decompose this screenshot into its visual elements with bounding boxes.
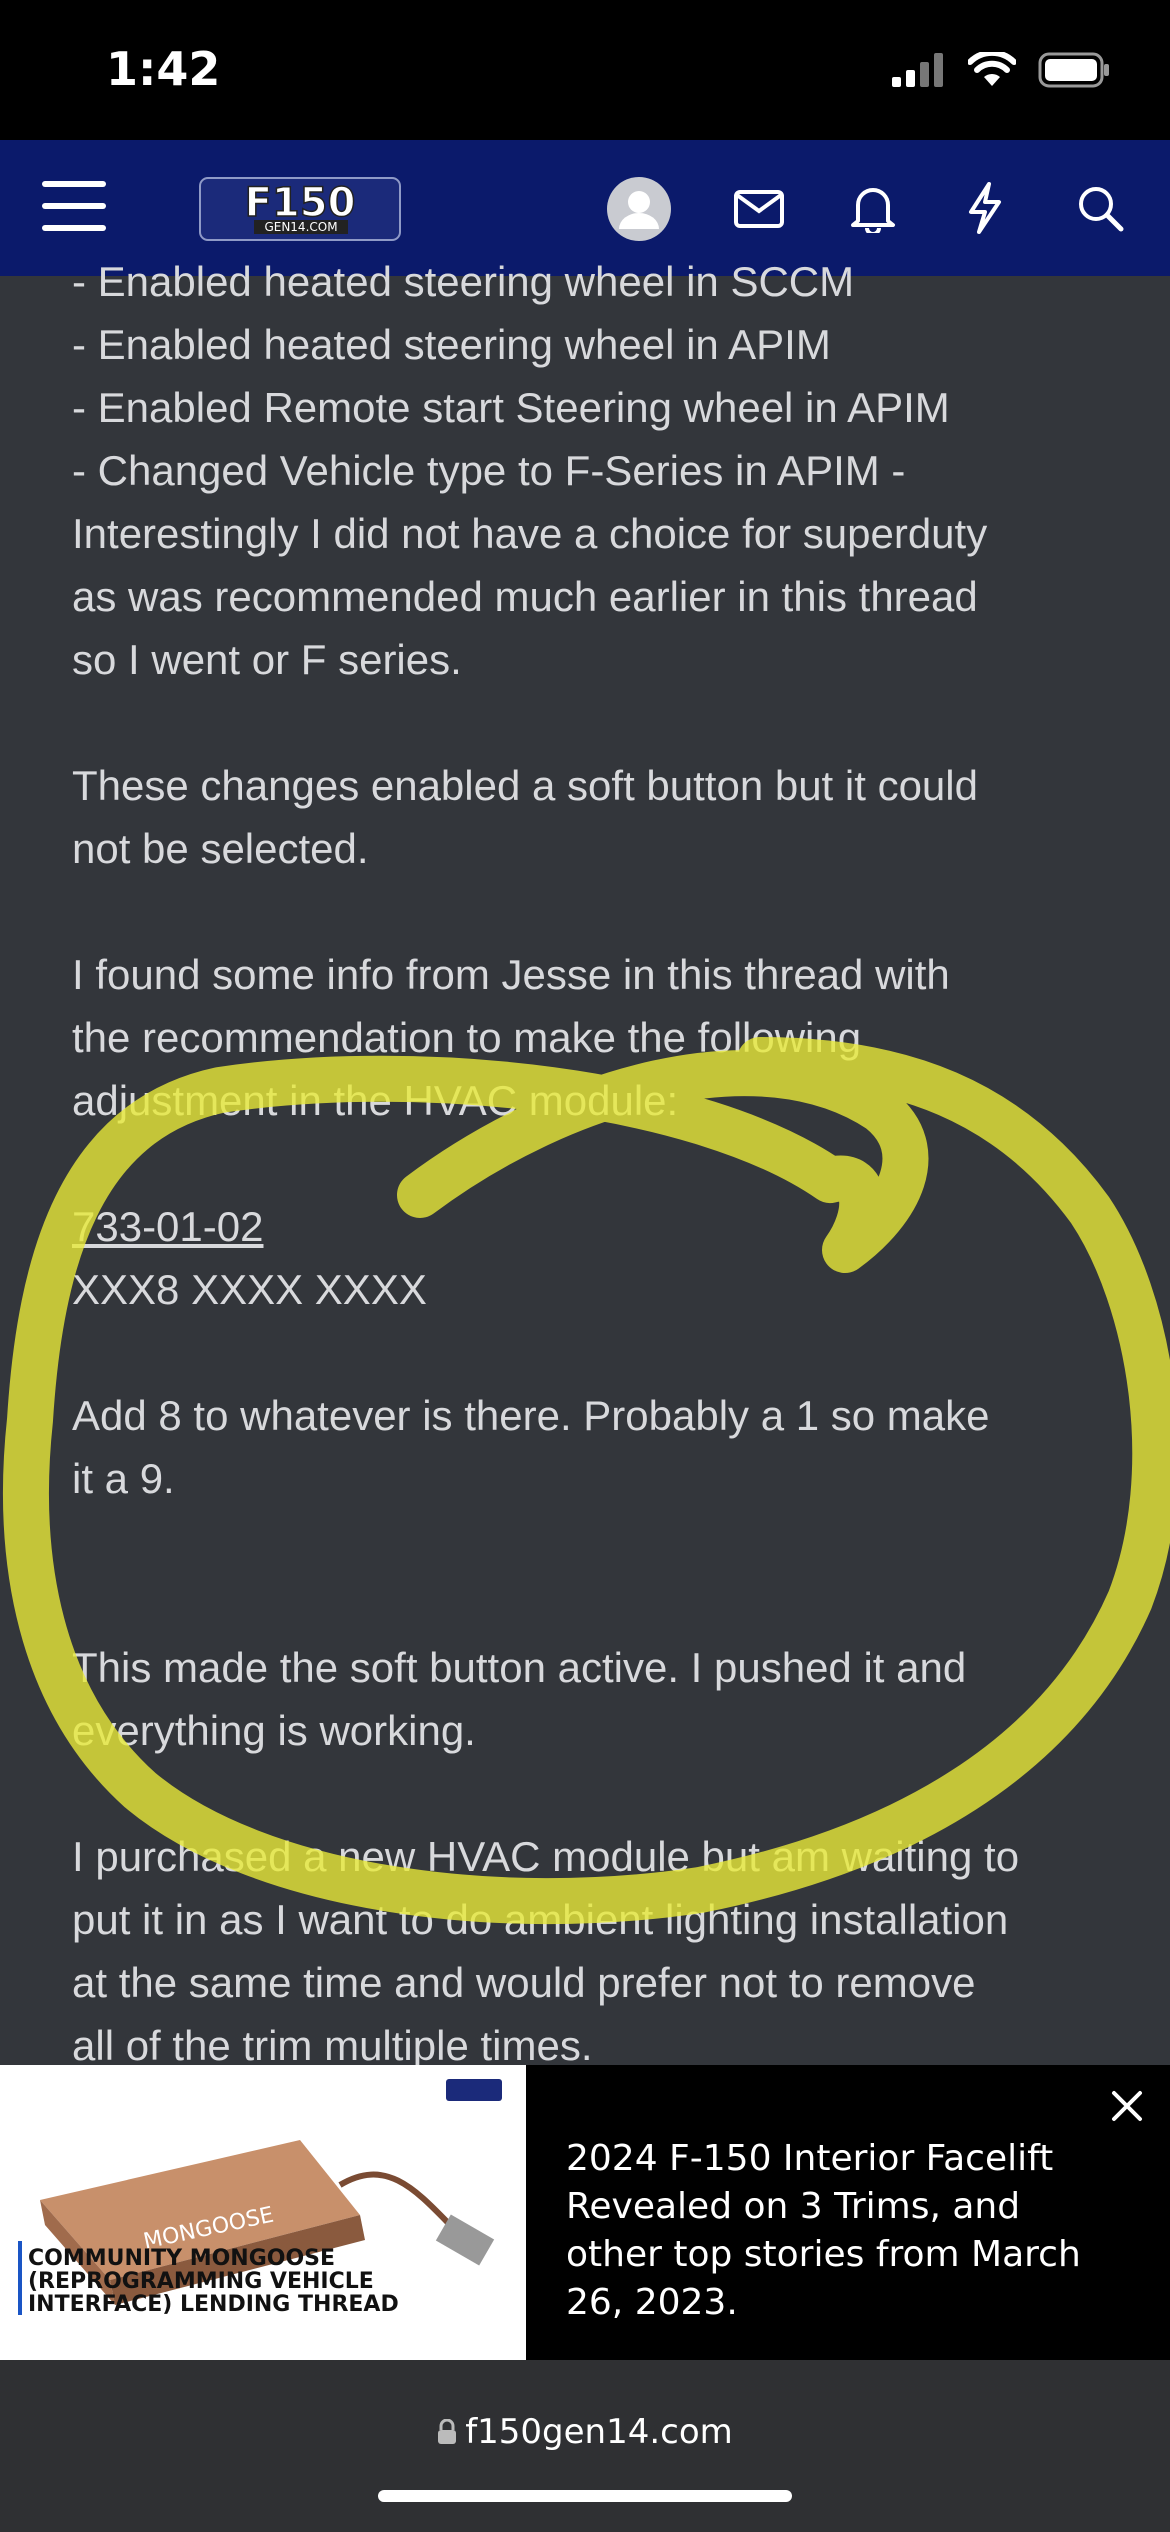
post-line: at the same time and would prefer not to… — [72, 1959, 976, 2006]
promo-caption-line: COMMUNITY MONGOOSE — [28, 2246, 335, 2271]
module-address-link[interactable]: 733-01-02 — [72, 1203, 263, 1250]
post-line: - Enabled heated steering wheel in SCCM — [72, 258, 855, 305]
site-logo[interactable]: F150 GEN14.COM — [196, 172, 406, 248]
alerts-button[interactable] — [846, 180, 900, 236]
post-line: so I went or F series. — [72, 636, 462, 683]
search-button[interactable] — [1072, 180, 1128, 236]
promo-banner[interactable]: MONGOOSE COMMUNITY MONGOOSE (REPROGRAMMI… — [0, 2065, 1170, 2360]
status-time: 1:42 — [106, 42, 221, 96]
post-line: Interestingly I did not have a choice fo… — [72, 510, 988, 557]
lightning-bolt-icon — [969, 182, 1001, 234]
post-line: adjustment in the HVAC module: — [72, 1077, 679, 1124]
whats-new-button[interactable] — [960, 180, 1010, 236]
post-line: Add 8 to whatever is there. Probably a 1… — [72, 1392, 990, 1439]
close-promo-button[interactable] — [1104, 2083, 1150, 2129]
post-line: as was recommended much earlier in this … — [72, 573, 978, 620]
browser-address-bar[interactable]: f150gen14.com — [0, 2360, 1170, 2532]
battery-icon — [1038, 52, 1109, 88]
logo-subtext: GEN14.COM — [264, 220, 337, 234]
post-line: put it in as I want to do ambient lighti… — [72, 1896, 1009, 1943]
post-line: everything is working. — [72, 1707, 476, 1754]
status-bar: 1:42 — [0, 0, 1170, 140]
post-line: - Enabled Remote start Steering wheel in… — [72, 384, 950, 431]
url-text[interactable]: f150gen14.com — [465, 2412, 733, 2452]
menu-button[interactable] — [40, 176, 108, 236]
post-line: the recommendation to make the following — [72, 1014, 862, 1061]
user-avatar-icon — [607, 177, 671, 241]
promo-image[interactable]: MONGOOSE COMMUNITY MONGOOSE (REPROGRAMMI… — [0, 2065, 526, 2360]
post-line: These changes enabled a soft button but … — [72, 762, 978, 809]
account-button[interactable] — [606, 176, 672, 242]
post-line: This made the soft button active. I push… — [72, 1644, 967, 1691]
inbox-button[interactable] — [732, 182, 786, 236]
post-line: - Changed Vehicle type to F-Series in AP… — [72, 447, 906, 494]
promo-headline[interactable]: 2024 F-150 Interior Facelift Revealed on… — [566, 2135, 1126, 2327]
post-body: - Enabled heated steering wheel in SCCM … — [72, 250, 1112, 2077]
module-value: XXX8 XXXX XXXX — [72, 1266, 427, 1313]
envelope-icon — [734, 190, 784, 228]
post-line: I found some info from Jesse in this thr… — [72, 951, 950, 998]
wifi-icon — [968, 52, 1016, 86]
promo-caption-line: (REPROGRAMMING VEHICLE — [28, 2269, 374, 2294]
post-line: not be selected. — [72, 825, 369, 872]
post-line: it a 9. — [72, 1455, 175, 1502]
search-icon — [1079, 187, 1124, 232]
promo-caption-line: INTERFACE) LENDING THREAD — [28, 2292, 399, 2317]
home-indicator[interactable] — [378, 2490, 792, 2502]
post-line: - Enabled heated steering wheel in APIM — [72, 321, 831, 368]
bell-icon — [851, 188, 895, 233]
close-icon — [1112, 2091, 1142, 2121]
post-line: I purchased a new HVAC module but am wai… — [72, 1833, 1020, 1880]
hamburger-icon — [42, 181, 106, 231]
cellular-signal-icon — [892, 53, 943, 87]
lock-icon — [438, 2418, 457, 2444]
